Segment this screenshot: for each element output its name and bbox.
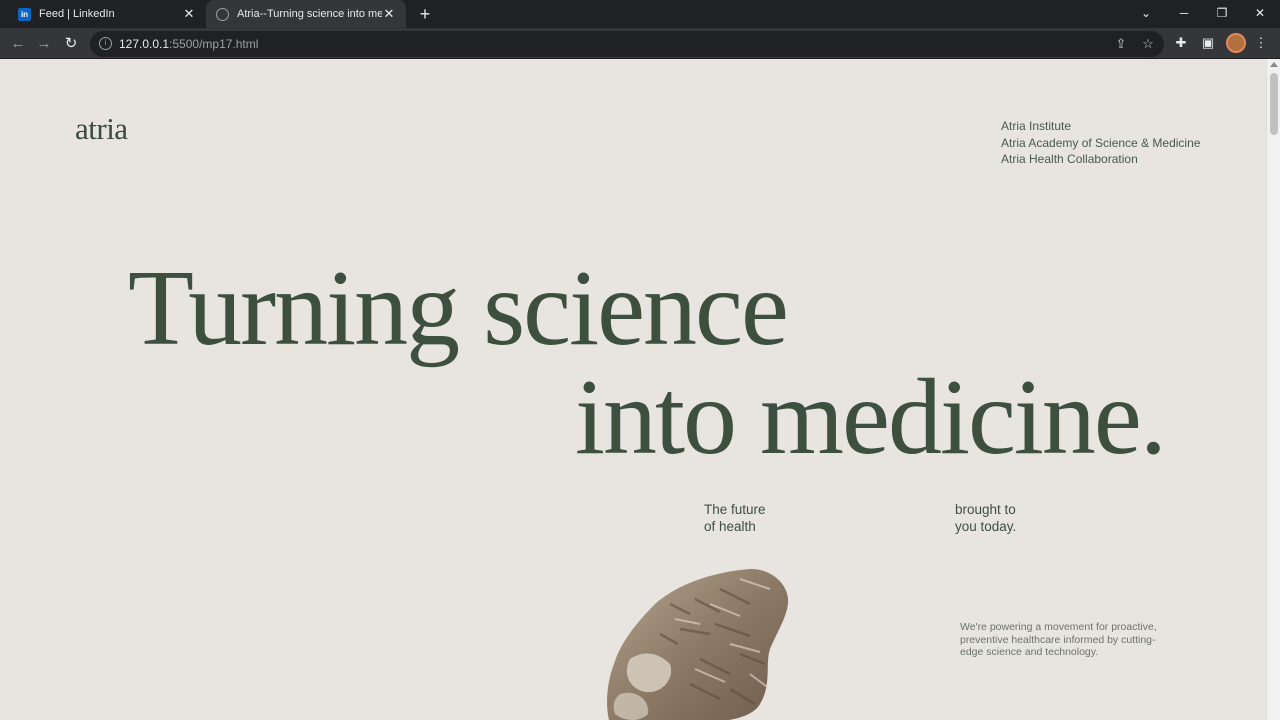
browser-toolbar: ← → ↻ i 127.0.0.1:5500/mp17.html ⇪ ☆ ✚ ▣… (0, 28, 1280, 59)
subtitle-left: The future of health (704, 502, 766, 534)
address-bar[interactable]: i 127.0.0.1:5500/mp17.html ⇪ ☆ (90, 31, 1164, 57)
tab-strip: in Feed | LinkedIn ✕ Atria--Turning scie… (0, 0, 1280, 28)
back-icon[interactable]: ← (6, 32, 30, 56)
globe-icon (216, 7, 229, 21)
profile-avatar[interactable] (1226, 33, 1246, 53)
subtitle-right: brought to you today. (955, 502, 1017, 534)
close-window-button[interactable]: ✕ (1241, 0, 1279, 28)
close-tab-icon[interactable]: ✕ (382, 6, 396, 22)
rock-image (607, 568, 789, 720)
scroll-up-arrow-icon[interactable] (1270, 62, 1278, 67)
minimize-button[interactable]: ─ (1165, 0, 1203, 28)
tab-atria[interactable]: Atria--Turning science into medicine ✕ (206, 0, 406, 28)
maximize-button[interactable]: ❐ (1203, 0, 1241, 28)
nav-link-academy[interactable]: Atria Academy of Science & Medicine (1001, 135, 1200, 152)
page-scrollbar[interactable] (1266, 59, 1280, 720)
scrollbar-thumb[interactable] (1270, 73, 1278, 135)
new-tab-button[interactable]: + (414, 3, 436, 25)
site-nav: Atria Institute Atria Academy of Science… (1001, 118, 1200, 168)
reload-icon[interactable]: ↻ (59, 32, 83, 56)
headline-line-1: Turning science (128, 249, 789, 368)
url-host: 127.0.0.1 (119, 37, 170, 51)
url-text[interactable]: 127.0.0.1:5500/mp17.html (119, 37, 258, 51)
forward-icon[interactable]: → (32, 32, 56, 56)
mission-description: We're powering a movement for proactive,… (960, 621, 1157, 658)
site-info-icon[interactable]: i (99, 37, 112, 50)
nav-link-institute[interactable]: Atria Institute (1001, 118, 1200, 135)
page-content: atria Atria Institute Atria Academy of S… (0, 59, 1266, 720)
share-icon[interactable]: ⇪ (1113, 36, 1129, 52)
menu-kebab-icon[interactable]: ⋮ (1252, 34, 1270, 52)
url-path: :5500/mp17.html (169, 37, 259, 51)
bookmark-star-icon[interactable]: ☆ (1140, 36, 1156, 52)
tab-search-icon[interactable]: ⌄ (1127, 0, 1165, 28)
site-logo[interactable]: atria (75, 111, 128, 147)
tab-title: Atria--Turning science into medicine (237, 8, 382, 20)
tab-linkedin[interactable]: in Feed | LinkedIn ✕ (8, 0, 206, 28)
extensions-icon[interactable]: ✚ (1172, 34, 1190, 52)
side-panel-icon[interactable]: ▣ (1199, 34, 1217, 52)
headline-line-2: into medicine. (575, 358, 1167, 477)
linkedin-icon: in (18, 7, 31, 21)
tab-title: Feed | LinkedIn (39, 8, 115, 20)
nav-link-collaboration[interactable]: Atria Health Collaboration (1001, 151, 1200, 168)
close-tab-icon[interactable]: ✕ (182, 6, 196, 22)
